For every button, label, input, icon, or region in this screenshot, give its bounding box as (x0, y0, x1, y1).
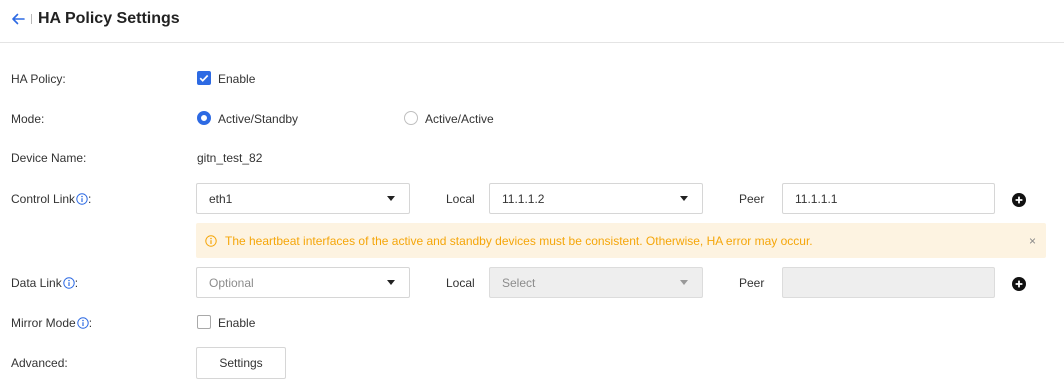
control-link-local-select[interactable]: 11.1.1.2 (489, 183, 703, 214)
warning-alert: The heartbeat interfaces of the active a… (196, 223, 1046, 258)
control-link-peer-input[interactable]: 11.1.1.1 (782, 183, 995, 214)
info-icon[interactable] (76, 193, 88, 205)
warning-alert-text: The heartbeat interfaces of the active a… (225, 234, 813, 248)
chevron-down-icon (680, 196, 688, 201)
control-link-peer-label: Peer (739, 192, 765, 206)
control-link-interface-value: eth1 (209, 192, 233, 206)
data-link-local-label: Local (446, 276, 475, 290)
control-link-local-value: 11.1.1.2 (502, 192, 545, 206)
mode-active-standby-label[interactable]: Active/Standby (218, 112, 298, 126)
advanced-settings-button[interactable]: Settings (196, 347, 286, 379)
page-header: HA Policy Settings (0, 0, 1064, 43)
data-link-local-placeholder: Select (502, 276, 536, 290)
data-link-interface-placeholder: Optional (209, 276, 254, 290)
data-link-colon: : (74, 276, 79, 290)
device-name-value: gitn_test_82 (197, 151, 263, 165)
ha-policy-enable-label[interactable]: Enable (218, 72, 255, 86)
mode-active-active-radio[interactable] (404, 111, 418, 125)
chevron-down-icon (680, 280, 688, 285)
advanced-label: Advanced: (11, 356, 68, 370)
page-title: HA Policy Settings (38, 10, 180, 27)
info-icon[interactable] (76, 317, 89, 329)
mirror-mode-colon: : (88, 316, 93, 330)
add-control-link-icon[interactable] (1012, 193, 1026, 207)
close-icon[interactable]: × (1029, 234, 1036, 248)
control-link-colon: : (88, 192, 92, 206)
control-link-interface-select[interactable]: eth1 (196, 183, 410, 214)
checkmark-icon (199, 74, 209, 82)
mode-active-standby-radio[interactable] (197, 111, 211, 125)
device-name-label: Device Name: (11, 151, 87, 165)
mode-active-active-label[interactable]: Active/Active (425, 112, 494, 126)
mirror-mode-enable-label[interactable]: Enable (218, 316, 255, 330)
warning-info-icon (205, 235, 217, 247)
data-link-label-text: Data Link (11, 276, 62, 290)
data-link-label: Data Link: (11, 276, 78, 290)
data-link-peer-input[interactable] (782, 267, 995, 298)
data-link-peer-label: Peer (739, 276, 765, 290)
control-link-label-text: Control Link (11, 192, 76, 206)
data-link-local-select[interactable]: Select (489, 267, 703, 298)
ha-policy-enable-checkbox[interactable] (197, 71, 211, 85)
chevron-down-icon (387, 280, 395, 285)
info-icon[interactable] (63, 277, 75, 289)
mode-label: Mode: (11, 112, 45, 126)
mirror-mode-label: Mirror Mode: (11, 316, 92, 330)
ha-policy-label: HA Policy: (11, 72, 66, 86)
control-link-label: Control Link: (11, 192, 91, 206)
add-data-link-icon[interactable] (1012, 277, 1026, 291)
back-arrow-icon[interactable] (10, 11, 26, 27)
header-divider (31, 14, 32, 24)
mirror-mode-label-text: Mirror Mode (11, 316, 76, 330)
data-link-interface-select[interactable]: Optional (196, 267, 410, 298)
control-link-peer-value: 11.1.1.1 (795, 192, 838, 206)
control-link-local-label: Local (446, 192, 475, 206)
chevron-down-icon (387, 196, 395, 201)
mirror-mode-enable-checkbox[interactable] (197, 315, 211, 329)
